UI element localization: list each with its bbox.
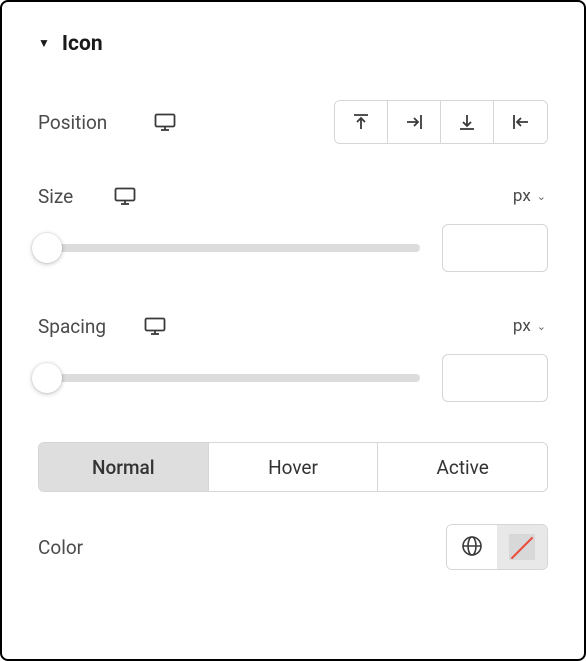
size-unit-value: px bbox=[513, 186, 531, 206]
size-header-row: Size px ⌄ bbox=[38, 182, 548, 210]
position-label: Position bbox=[38, 111, 138, 134]
tab-hover[interactable]: Hover bbox=[209, 443, 379, 491]
size-slider-row bbox=[38, 224, 548, 272]
tab-normal[interactable]: Normal bbox=[39, 443, 209, 491]
size-input[interactable] bbox=[442, 224, 548, 272]
spacing-slider-row bbox=[38, 354, 548, 402]
color-label: Color bbox=[38, 536, 138, 559]
section-header[interactable]: ▼ Icon bbox=[38, 32, 548, 56]
size-unit-select[interactable]: px ⌄ bbox=[511, 182, 548, 210]
desktop-icon[interactable] bbox=[144, 317, 166, 335]
global-color-button[interactable] bbox=[447, 525, 497, 569]
position-left-button[interactable] bbox=[494, 101, 547, 143]
no-color-icon bbox=[509, 534, 535, 560]
spacing-unit-value: px bbox=[513, 316, 531, 336]
tab-active[interactable]: Active bbox=[378, 443, 547, 491]
spacing-label: Spacing bbox=[38, 315, 128, 338]
spacing-input[interactable] bbox=[442, 354, 548, 402]
size-label: Size bbox=[38, 185, 98, 208]
spacing-unit-select[interactable]: px ⌄ bbox=[511, 312, 548, 340]
position-row: Position bbox=[38, 100, 548, 144]
position-right-button[interactable] bbox=[388, 101, 441, 143]
chevron-down-icon: ⌄ bbox=[537, 320, 546, 333]
slider-thumb[interactable] bbox=[32, 363, 62, 393]
section-title: Icon bbox=[62, 32, 103, 56]
spacing-header-row: Spacing px ⌄ bbox=[38, 312, 548, 340]
slider-track bbox=[38, 374, 420, 382]
globe-icon bbox=[461, 535, 483, 560]
chevron-down-icon: ⌄ bbox=[537, 190, 546, 203]
position-bottom-button[interactable] bbox=[441, 101, 494, 143]
desktop-icon[interactable] bbox=[114, 187, 136, 205]
color-controls bbox=[446, 524, 548, 570]
position-segmented bbox=[334, 100, 548, 144]
position-top-button[interactable] bbox=[335, 101, 388, 143]
slider-thumb[interactable] bbox=[32, 233, 62, 263]
spacing-slider[interactable] bbox=[38, 363, 420, 393]
color-swatch-button[interactable] bbox=[497, 525, 547, 569]
desktop-icon[interactable] bbox=[154, 113, 176, 131]
color-row: Color bbox=[38, 524, 548, 570]
state-tabs: Normal Hover Active bbox=[38, 442, 548, 492]
caret-down-icon: ▼ bbox=[38, 37, 50, 49]
slider-track bbox=[38, 244, 420, 252]
size-slider[interactable] bbox=[38, 233, 420, 263]
